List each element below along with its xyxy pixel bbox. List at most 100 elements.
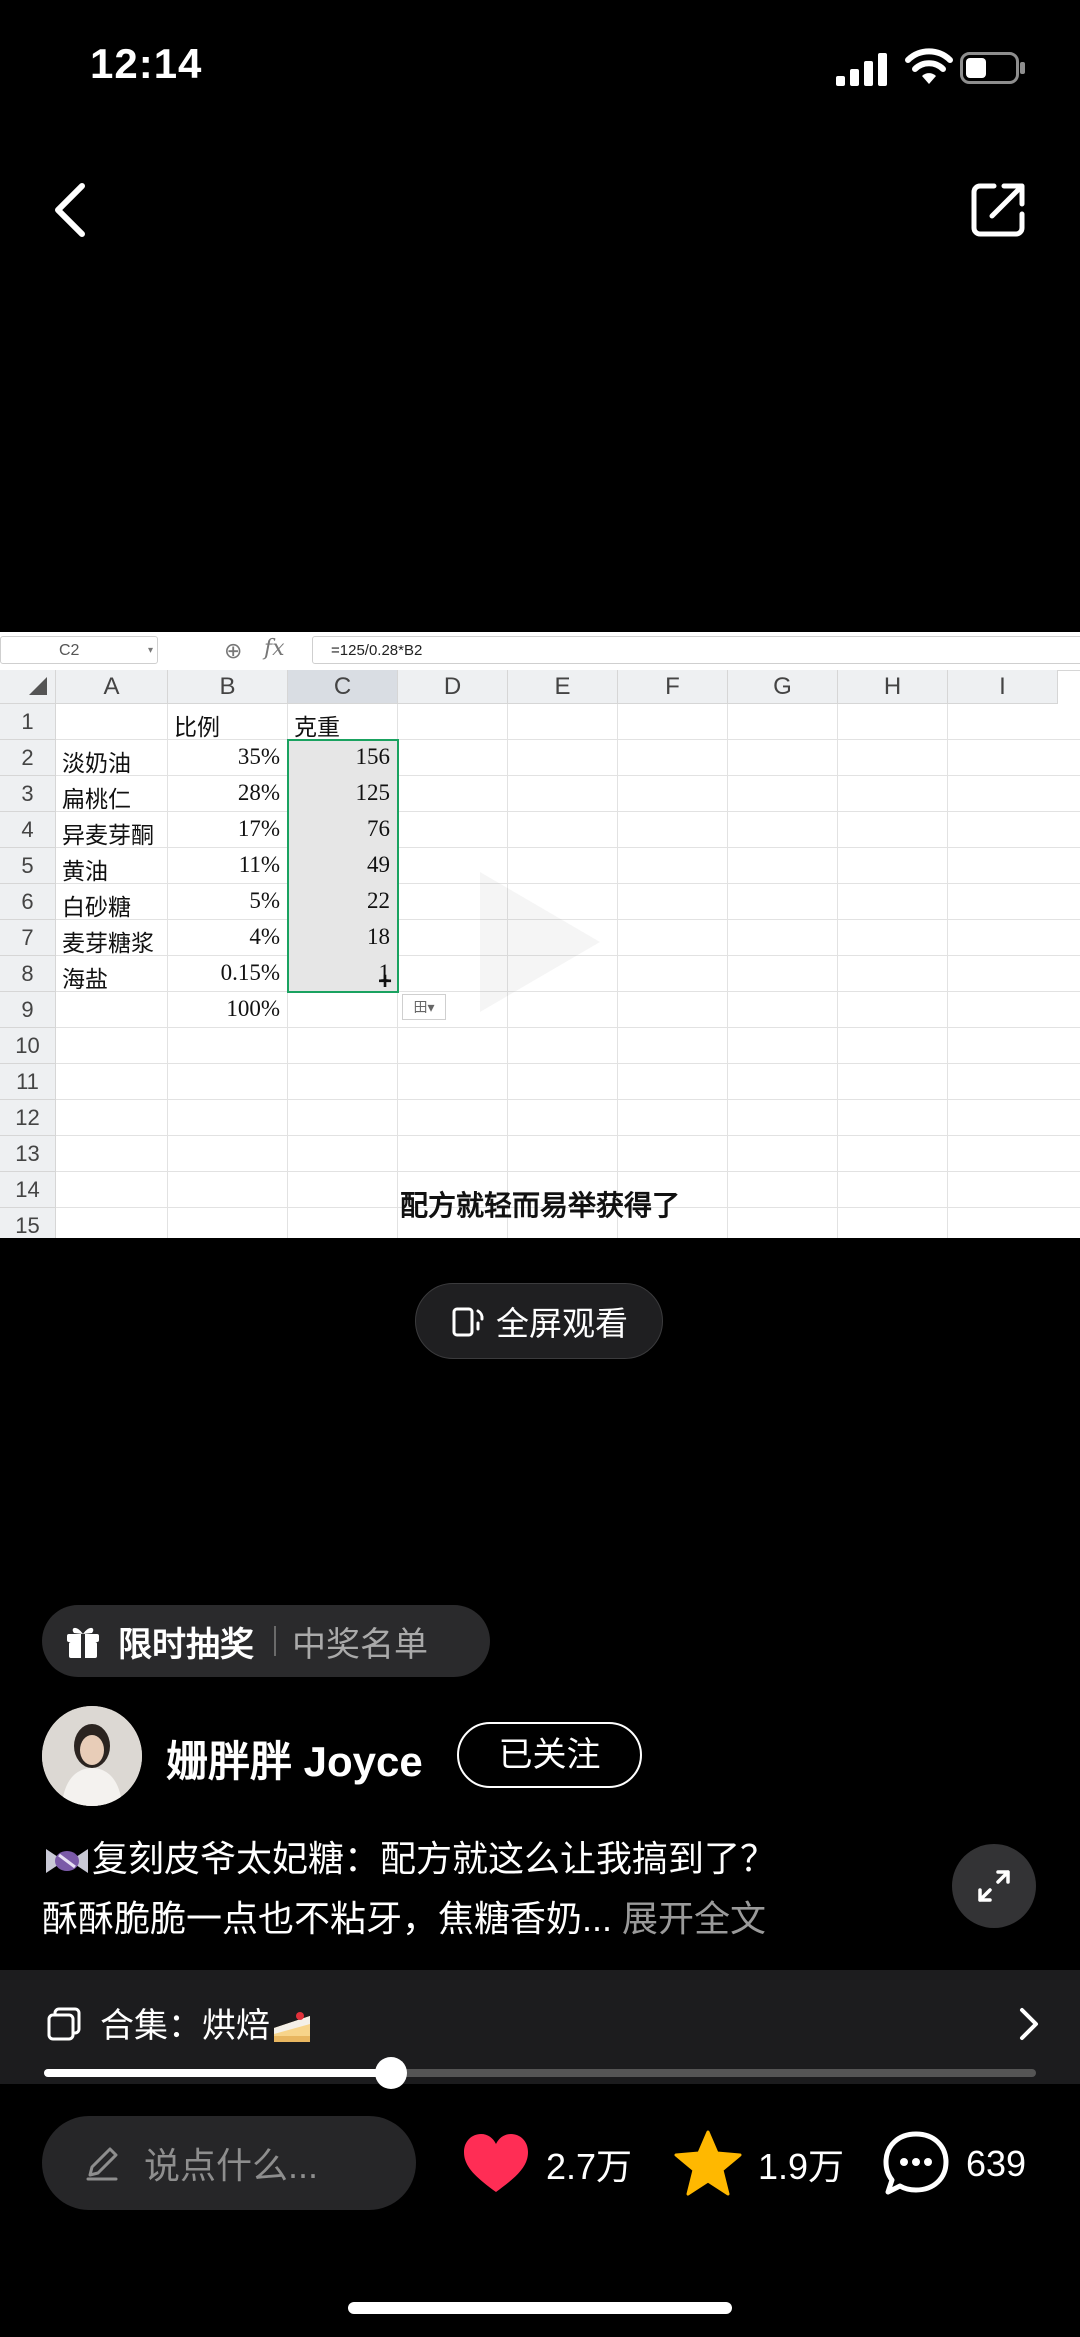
description-line-1: 复刻皮爷太妃糖：配方就这么让我搞到了？ xyxy=(42,1834,776,1884)
column-header: B xyxy=(168,670,288,704)
row-header: 12 xyxy=(0,1100,56,1136)
cell-ratio: 35% xyxy=(237,744,280,769)
grid-line xyxy=(56,1135,1080,1136)
lottery-label[interactable]: 限时抽奖 xyxy=(118,1617,254,1666)
favorite-button[interactable]: 1.9万 xyxy=(672,2128,844,2200)
cell-ratio: 28% xyxy=(237,780,280,805)
formula-bar: C2 ▾ ⊕ fx =125/0.28*B2 xyxy=(0,632,1080,671)
progress-fill xyxy=(44,2069,391,2077)
column-header: D xyxy=(398,670,508,704)
row-header: 7 xyxy=(0,920,56,956)
row-header: 13 xyxy=(0,1136,56,1172)
row-header: 11 xyxy=(0,1064,56,1100)
grid-line xyxy=(56,1099,1080,1100)
paste-options-button: 田▾ xyxy=(402,994,446,1020)
grid-line xyxy=(947,704,948,1238)
grid-line xyxy=(56,1027,1080,1028)
fill-handle-cursor: + xyxy=(378,968,393,995)
collection-icon xyxy=(47,2007,81,2041)
row-header: 4 xyxy=(0,812,56,848)
grid-line xyxy=(727,704,728,1238)
gift-icon xyxy=(67,1627,99,1658)
cell-ingredient: 异麦芽酮 xyxy=(62,823,154,848)
comment-placeholder: 说点什么... xyxy=(144,2145,319,2186)
divider xyxy=(274,1626,276,1656)
selection-border xyxy=(287,739,399,993)
cell-ratio: 11% xyxy=(238,852,280,877)
author-name[interactable]: 姗胖胖 Joyce xyxy=(166,1728,423,1789)
cake-icon xyxy=(274,2012,310,2043)
comment-bubble-icon xyxy=(883,2131,949,2195)
cell-ingredient: 黄油 xyxy=(62,859,108,884)
chevron-right-icon xyxy=(1020,2008,1038,2040)
avatar-image xyxy=(42,1706,142,1806)
fullscreen-button[interactable]: 全屏观看 xyxy=(415,1283,663,1359)
wifi-icon xyxy=(905,48,953,84)
cell-ratio: 5% xyxy=(249,888,280,913)
lottery-pill[interactable]: 限时抽奖 中奖名单 xyxy=(42,1605,490,1677)
row-header: 5 xyxy=(0,848,56,884)
row-header: 6 xyxy=(0,884,56,920)
video-frame-spreadsheet[interactable]: C2 ▾ ⊕ fx =125/0.28*B2 ABCDEFGHI123456789… xyxy=(0,632,1080,1238)
heart-icon xyxy=(464,2134,528,2192)
home-indicator xyxy=(348,2302,732,2314)
fx-label: fx xyxy=(264,636,285,661)
video-caption: 配方就轻而易举获得了 xyxy=(399,1190,680,1221)
cell-c1: 克重 xyxy=(294,715,340,740)
expand-text-link[interactable]: 展开全文 xyxy=(622,1898,766,1939)
row-header: 10 xyxy=(0,1028,56,1064)
cell-ingredient: 扁桃仁 xyxy=(62,787,131,812)
cell-b1: 比例 xyxy=(174,715,220,740)
description-line-2: 酥酥脆脆一点也不粘牙，焦糖香奶... 展开全文 xyxy=(42,1898,767,1939)
fullscreen-label: 全屏观看 xyxy=(496,1305,628,1342)
follow-button[interactable]: 已关注 xyxy=(457,1722,642,1788)
collection-bar[interactable]: 合集：烘焙 xyxy=(0,1970,1080,2084)
column-header: E xyxy=(508,670,618,704)
cell-ingredient: 麦芽糖浆 xyxy=(62,931,154,956)
status-time: 12:14 xyxy=(90,40,203,87)
expand-button[interactable] xyxy=(952,1844,1036,1928)
star-icon xyxy=(674,2130,742,2196)
expand-icon xyxy=(978,1870,1010,1902)
cell-ingredient: 海盐 xyxy=(62,967,108,992)
grid-line xyxy=(56,847,1080,848)
comment-button[interactable]: 639 xyxy=(880,2128,1026,2200)
grid-line xyxy=(56,1063,1080,1064)
column-header: A xyxy=(56,670,168,704)
formula-input: =125/0.28*B2 xyxy=(312,636,1080,664)
like-count: 2.7万 xyxy=(546,2146,633,2187)
play-icon xyxy=(480,872,600,1012)
name-box: C2 ▾ xyxy=(0,636,158,664)
grid-line xyxy=(617,704,618,1238)
like-button[interactable]: 2.7万 xyxy=(460,2128,632,2200)
cell-ratio: 17% xyxy=(237,816,280,841)
cell-ratio: 0.15% xyxy=(220,960,280,985)
collection-label: 合集：烘焙 xyxy=(100,1998,314,2048)
cellular-signal-icon xyxy=(836,53,887,86)
winner-list-link[interactable]: 中奖名单 xyxy=(292,1617,428,1666)
cell-total: 100% xyxy=(226,996,280,1021)
favorite-count: 1.9万 xyxy=(758,2146,845,2187)
column-header: I xyxy=(948,670,1058,704)
column-header: C xyxy=(288,670,398,704)
progress-handle[interactable] xyxy=(375,2057,407,2089)
battery-icon xyxy=(960,52,1025,84)
grid-line xyxy=(837,704,838,1238)
zoom-icon: ⊕ xyxy=(224,638,243,663)
row-header: 1 xyxy=(0,704,56,740)
grid-line xyxy=(56,775,1080,776)
share-icon[interactable] xyxy=(968,178,1030,240)
cell-ingredient: 淡奶油 xyxy=(62,751,131,776)
rotate-screen-icon xyxy=(452,1307,484,1337)
row-header: 2 xyxy=(0,740,56,776)
row-header: 9 xyxy=(0,992,56,1028)
row-header: 8 xyxy=(0,956,56,992)
avatar[interactable] xyxy=(42,1706,142,1806)
grid-line xyxy=(56,811,1080,812)
column-header: F xyxy=(618,670,728,704)
back-icon[interactable] xyxy=(48,180,92,240)
comment-input[interactable]: 说点什么... xyxy=(42,2116,416,2210)
candy-icon xyxy=(46,1849,88,1874)
cell-ratio: 4% xyxy=(249,924,280,949)
comment-count: 639 xyxy=(966,2143,1027,2184)
